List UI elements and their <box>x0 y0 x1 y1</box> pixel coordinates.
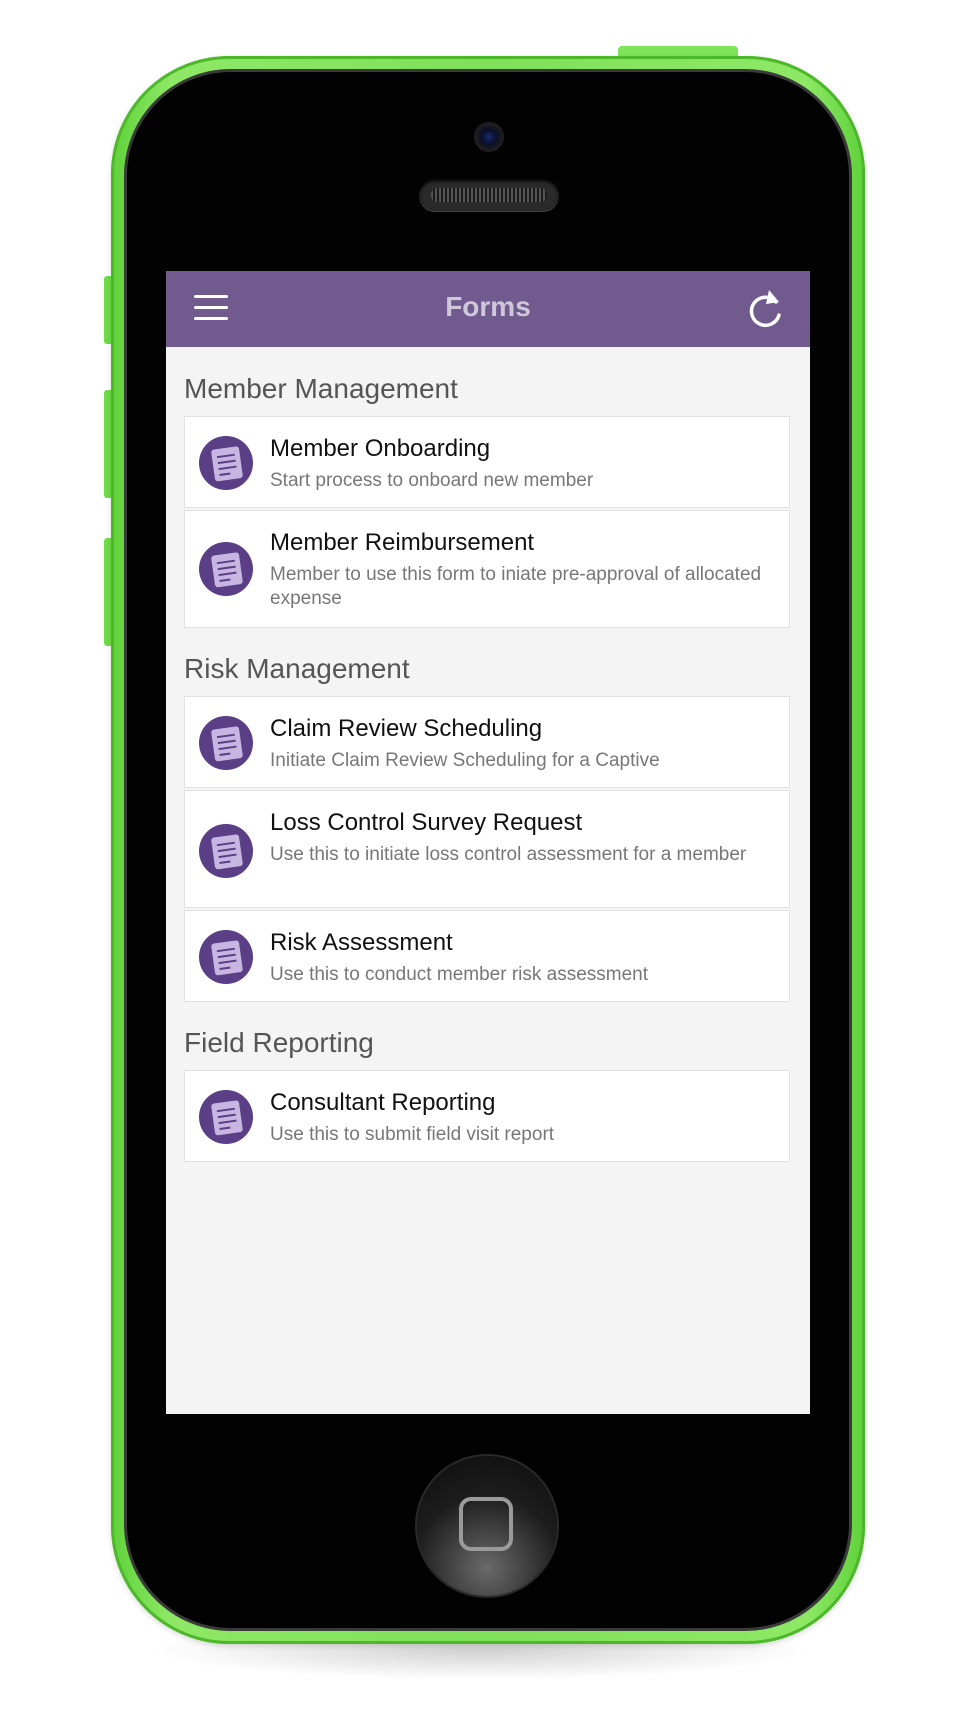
list-item-subtitle: Use this to submit field visit report <box>270 1124 555 1145</box>
list-item-title: Member Reimbursement <box>270 529 535 556</box>
section-title-risk-management: Risk Management <box>184 653 410 684</box>
list-item-claim-review-scheduling[interactable]: Claim Review Scheduling Initiate Claim R… <box>184 696 790 788</box>
list-item-title: Claim Review Scheduling <box>270 715 543 742</box>
list-item-member-onboarding[interactable]: Member Onboarding Start process to onboa… <box>184 416 790 508</box>
form-document-icon <box>199 1090 253 1144</box>
home-button-icon <box>459 1497 513 1551</box>
list-item-risk-assessment[interactable]: Risk Assessment Use this to conduct memb… <box>184 910 790 1002</box>
section-title-field-reporting: Field Reporting <box>184 1027 374 1058</box>
list-item-subtitle: Use this to initiate loss control assess… <box>270 844 747 865</box>
refresh-icon[interactable] <box>746 288 786 330</box>
app-screen: Forms Member Management Member Onboardin… <box>166 271 810 1414</box>
form-document-icon <box>199 824 253 878</box>
form-document-icon <box>199 930 253 984</box>
earpiece-speaker <box>419 179 559 211</box>
list-item-title: Loss Control Survey Request <box>270 809 583 836</box>
form-document-icon <box>199 716 253 770</box>
list-item-subtitle: Initiate Claim Review Scheduling for a C… <box>270 750 660 771</box>
page-title: Forms <box>445 291 531 322</box>
form-document-icon <box>199 436 253 490</box>
list-item-subtitle: Member to use this form to iniate pre-ap… <box>270 564 762 609</box>
list-item-consultant-reporting[interactable]: Consultant Reporting Use this to submit … <box>184 1070 790 1162</box>
list-item-title: Consultant Reporting <box>270 1089 496 1116</box>
top-bar: Forms <box>166 271 810 347</box>
front-camera <box>474 122 504 152</box>
list-item-title: Risk Assessment <box>270 929 453 956</box>
form-document-icon <box>199 542 253 596</box>
list-item-title: Member Onboarding <box>270 435 491 462</box>
list-item-subtitle: Start process to onboard new member <box>270 470 594 491</box>
list-item-subtitle: Use this to conduct member risk assessme… <box>270 964 649 985</box>
list-item-loss-control-survey-request[interactable]: Loss Control Survey Request Use this to … <box>184 790 790 908</box>
section-title-member-management: Member Management <box>184 373 458 404</box>
list-item-member-reimbursement[interactable]: Member Reimbursement Member to use this … <box>184 510 790 628</box>
